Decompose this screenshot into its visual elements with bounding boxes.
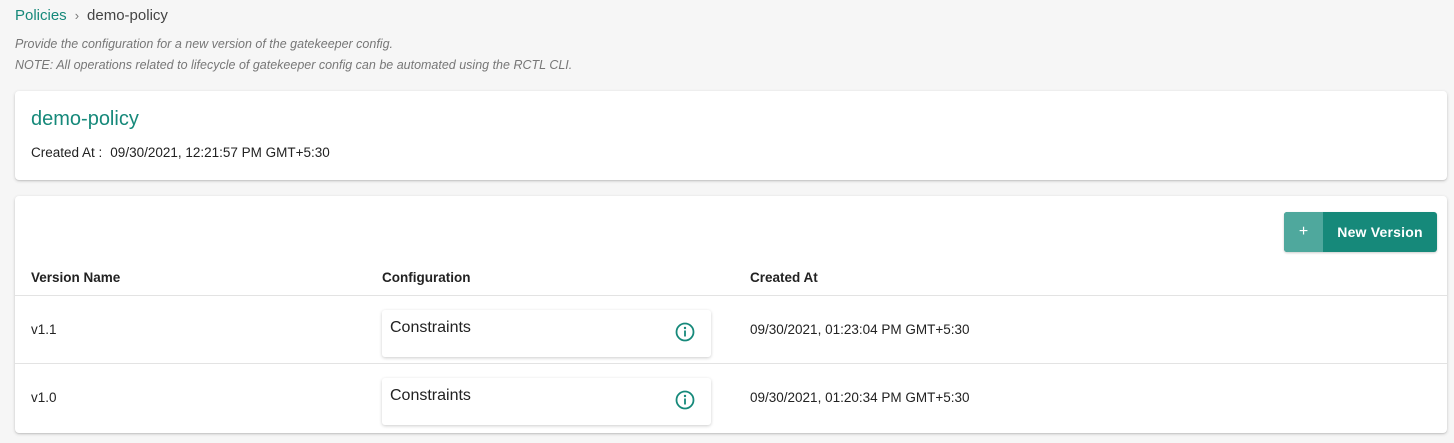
policy-created-row: Created At : 09/30/2021, 12:21:57 PM GMT… [31,145,330,160]
page-note: NOTE: All operations related to lifecycl… [15,58,573,72]
configuration-card[interactable]: Constraints [382,378,711,425]
configuration-label: Constraints [390,319,471,336]
info-icon[interactable] [675,390,695,410]
created-at-cell: 09/30/2021, 01:20:34 PM GMT+5:30 [750,390,970,405]
page-description: Provide the configuration for a new vers… [15,37,394,51]
info-icon[interactable] [675,322,695,342]
policy-summary-card: demo-policy Created At : 09/30/2021, 12:… [15,91,1447,180]
created-at-cell: 09/30/2021, 01:23:04 PM GMT+5:30 [750,322,970,337]
table-row: v1.1 Constraints 09/30/2021, 01:23:04 PM… [15,296,1447,364]
versions-card: + New Version Version Name Configuration… [15,196,1447,433]
policy-title: demo-policy [31,108,139,130]
table-row: v1.0 Constraints 09/30/2021, 01:20:34 PM… [15,364,1447,432]
new-version-button[interactable]: + New Version [1284,212,1437,252]
created-at-value: 09/30/2021, 12:21:57 PM GMT+5:30 [110,145,330,160]
plus-icon: + [1284,212,1323,252]
header-created-at: Created At [750,270,818,285]
new-version-label: New Version [1337,224,1423,240]
breadcrumb-policies-link[interactable]: Policies [15,7,67,24]
version-name-cell: v1.0 [31,390,57,405]
created-at-label: Created At : [31,145,103,160]
breadcrumb-current: demo-policy [87,7,168,24]
version-name-cell: v1.1 [31,322,57,337]
configuration-card[interactable]: Constraints [382,310,711,357]
header-version-name: Version Name [31,270,121,285]
breadcrumb-separator: › [74,8,80,23]
header-configuration: Configuration [382,270,471,285]
table-header: Version Name Configuration Created At [15,260,1447,296]
configuration-label: Constraints [390,387,471,404]
breadcrumb: Policies › demo-policy [15,7,168,24]
